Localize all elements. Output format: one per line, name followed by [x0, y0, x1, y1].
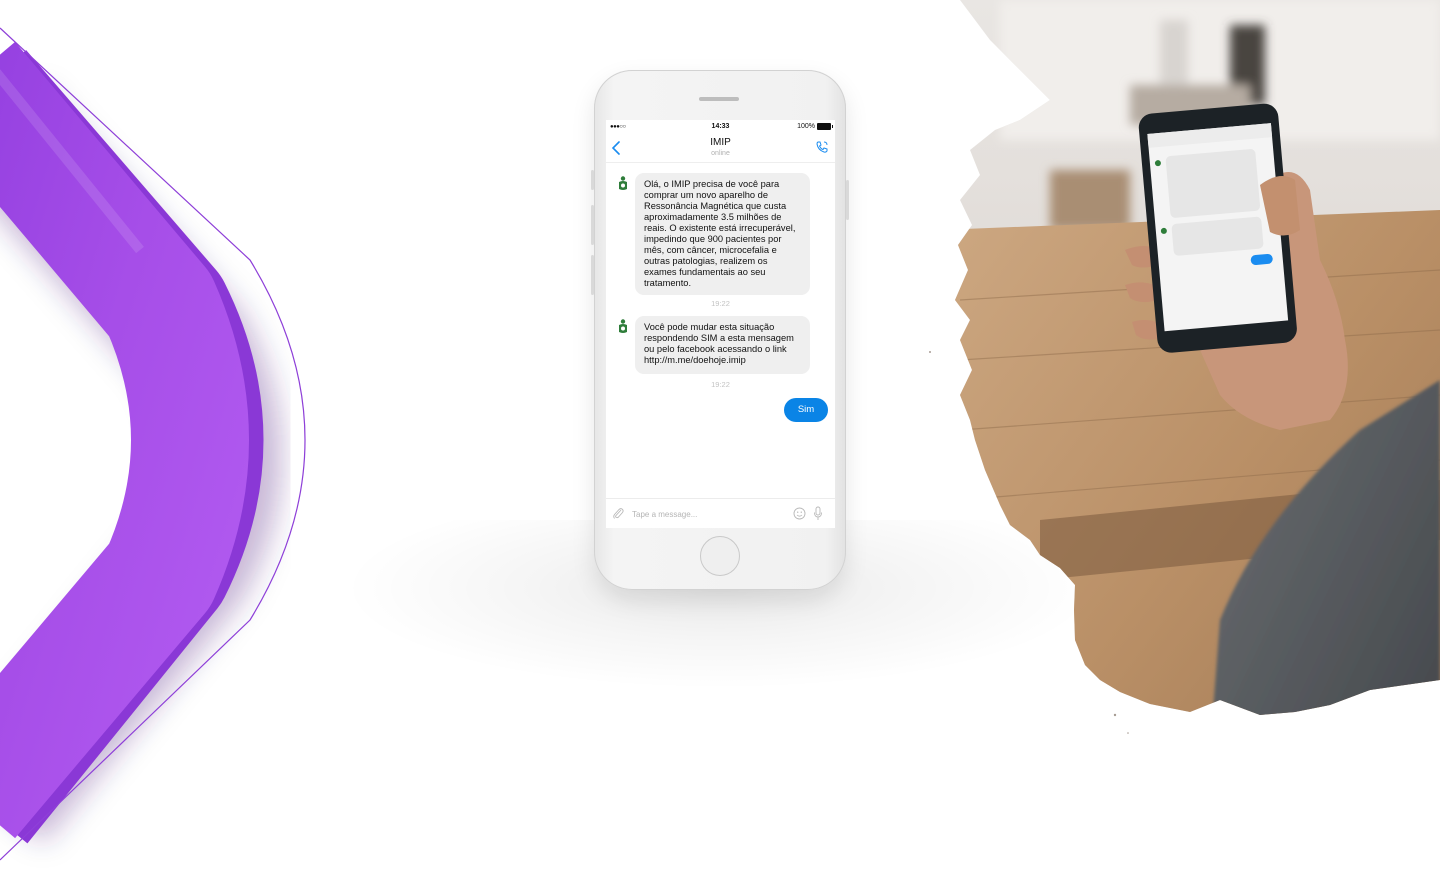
phone-mockup: ●●●○○ 14:33 100% IMIP online Olá, o IMIP… — [591, 70, 849, 590]
phone-speaker — [699, 97, 739, 101]
battery-status: 100% — [797, 123, 833, 130]
avatar-icon — [619, 176, 627, 190]
hand-holding-phone-photo — [929, 0, 1440, 734]
message-time: 19:22 — [711, 380, 730, 389]
emoji-icon[interactable] — [793, 507, 806, 520]
microphone-icon[interactable] — [813, 506, 823, 521]
paperclip-icon[interactable] — [612, 507, 624, 520]
message-input[interactable] — [632, 508, 772, 520]
status-bar: ●●●○○ 14:33 100% — [606, 120, 835, 135]
message-bubble-incoming: Olá, o IMIP precisa de você para comprar… — [635, 173, 810, 295]
purple-chevron-decoration — [0, 27, 306, 861]
chat-screen: ●●●○○ 14:33 100% IMIP online Olá, o IMIP… — [606, 120, 835, 528]
chat-title: IMIP — [710, 137, 731, 148]
battery-icon — [817, 123, 833, 130]
phone-call-icon[interactable] — [815, 140, 829, 154]
chat-header: IMIP online — [606, 135, 835, 163]
message-composer — [606, 498, 835, 528]
phone-side-button — [591, 255, 594, 295]
message-bubble-incoming: Você pode mudar esta situação respondend… — [635, 316, 810, 374]
home-button — [700, 536, 740, 576]
battery-percent: 100% — [797, 123, 815, 130]
message-time: 19:22 — [711, 299, 730, 308]
phone-side-button — [591, 205, 594, 245]
avatar-icon — [619, 319, 627, 333]
chat-online-status: online — [711, 150, 730, 157]
phone-side-button — [846, 180, 849, 220]
phone-side-button — [591, 170, 594, 190]
message-bubble-outgoing: Sim — [784, 398, 828, 422]
